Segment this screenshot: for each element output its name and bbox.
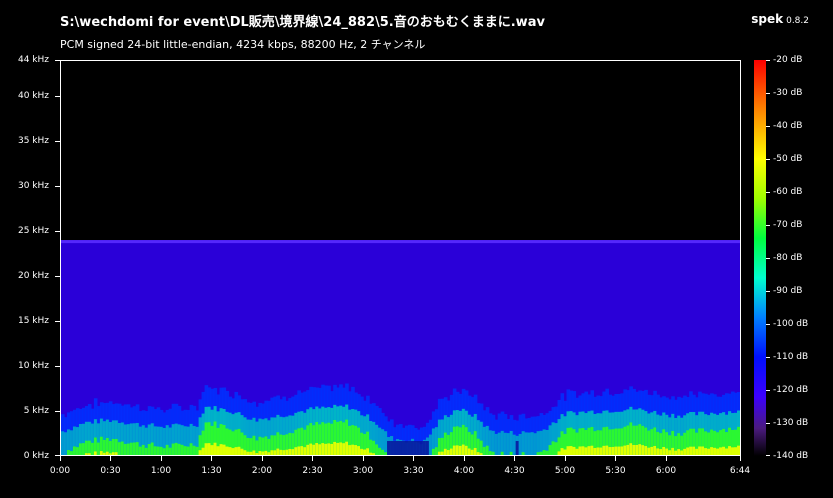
time-tick-label: 4:30 [504,466,525,476]
time-tick-label: 1:30 [201,466,222,476]
db-tick-mark [766,192,770,193]
time-tick-label: 6:44 [729,466,751,476]
db-tick-mark [766,357,770,358]
time-tick-mark [463,456,465,461]
db-tick-label: -70 dB [773,220,803,230]
db-tick-mark [766,324,770,325]
spectrogram-plot [60,60,741,456]
freq-tick-label: 40 kHz [17,91,49,101]
time-tick-label: 6:00 [655,466,677,476]
freq-tick-label: 30 kHz [17,181,49,191]
db-tick-mark [766,60,770,61]
time-tick-label: 3:30 [403,466,424,476]
time-tick-mark [413,456,415,461]
db-tick-label: -130 dB [773,418,809,428]
db-tick-mark [766,225,770,226]
time-tick-mark [665,456,667,461]
spectrogram-image [61,240,740,455]
time-tick-label: 2:30 [302,466,323,476]
freq-tick-mark [55,276,60,277]
db-colorbar [754,60,766,456]
app-name: spek [751,12,784,26]
db-tick-label: -110 dB [773,352,809,362]
db-tick-mark [766,423,770,424]
time-tick-mark [261,456,263,461]
db-tick-mark [766,126,770,127]
db-tick-label: -140 dB [773,451,809,461]
db-tick-mark [766,291,770,292]
freq-tick-mark [55,366,60,367]
time-tick-label: 0:30 [100,466,121,476]
lowpass-cutoff-line [61,240,740,244]
time-tick-label: 5:00 [554,466,576,476]
freq-tick-mark [55,411,60,412]
time-tick-label: 1:00 [150,466,172,476]
db-tick-label: -90 dB [773,286,803,296]
time-tick-label: 5:30 [605,466,626,476]
app-version: 0.8.2 [786,16,809,26]
time-tick-mark [160,456,162,461]
file-path-title: S:\wechdomi for event\DL販売\境界線\24_882\5.… [60,15,545,30]
freq-tick-mark [55,186,60,187]
db-tick-label: -40 dB [773,121,803,131]
db-tick-mark [766,390,770,391]
db-tick-label: -50 dB [773,154,803,164]
time-tick-mark [740,456,741,461]
db-tick-label: -30 dB [773,88,803,98]
freq-tick-label: 44 kHz [17,55,49,65]
db-tick-mark [766,258,770,259]
db-tick-label: -100 dB [773,319,809,329]
time-tick-label: 4:00 [453,466,475,476]
db-tick-label: -120 dB [773,385,809,395]
freq-tick-label: 25 kHz [17,226,49,236]
app-brand: spek 0.8.2 [751,12,809,26]
time-tick-mark [514,456,516,461]
time-tick-mark [60,456,61,461]
time-tick-mark [312,456,314,461]
db-tick-label: -80 dB [773,253,803,263]
freq-tick-label: 10 kHz [17,361,49,371]
freq-tick-mark [55,96,60,97]
db-tick-mark [766,93,770,94]
freq-tick-label: 5 kHz [23,406,49,416]
time-tick-mark [211,456,213,461]
freq-tick-mark [55,60,60,61]
time-tick-mark [615,456,617,461]
time-tick-mark [110,456,112,461]
freq-tick-label: 15 kHz [17,316,49,326]
db-tick-mark [766,159,770,160]
time-tick-label: 3:00 [352,466,374,476]
db-tick-label: -60 dB [773,187,803,197]
time-tick-label: 0:00 [49,466,71,476]
time-tick-mark [362,456,364,461]
freq-tick-mark [55,141,60,142]
db-tick-mark [766,455,770,456]
freq-tick-label: 35 kHz [17,136,49,146]
stream-info: PCM signed 24-bit little-endian, 4234 kb… [60,38,426,51]
freq-tick-label: 20 kHz [17,271,49,281]
freq-tick-label: 0 kHz [23,451,49,461]
time-tick-mark [564,456,566,461]
time-tick-label: 2:00 [251,466,273,476]
freq-tick-mark [55,321,60,322]
db-tick-label: -20 dB [773,55,803,65]
freq-tick-mark [55,231,60,232]
